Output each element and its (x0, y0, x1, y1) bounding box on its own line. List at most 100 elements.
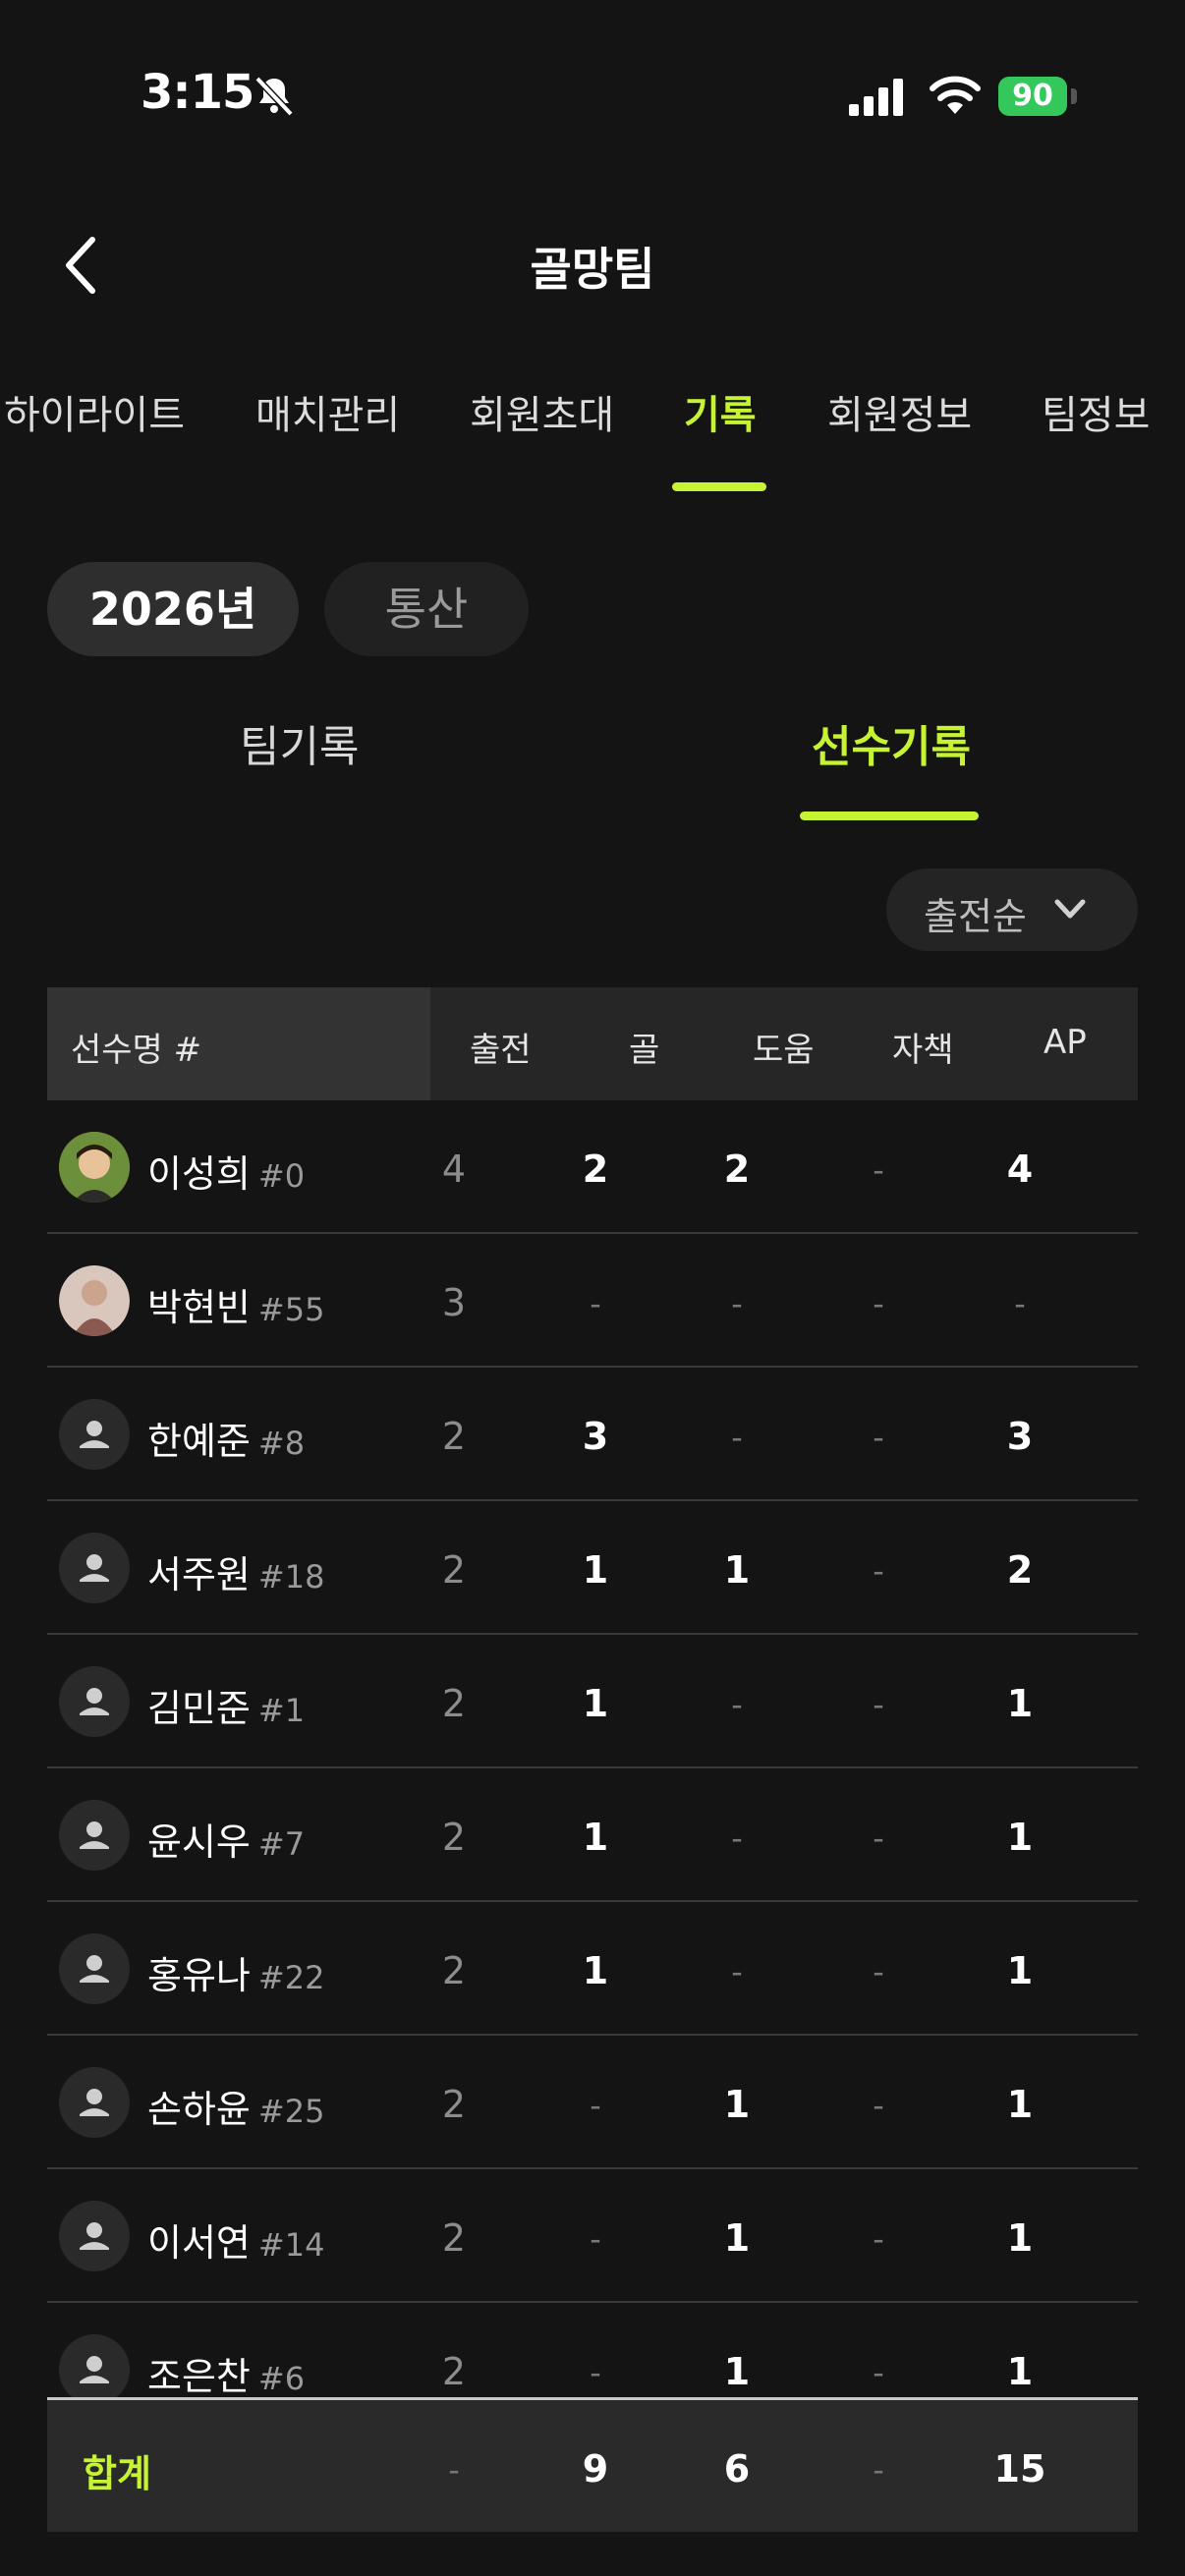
wifi-icon (930, 76, 981, 114)
cell-apps: 2 (441, 1682, 467, 1725)
cell-own-goals: - (873, 1419, 884, 1456)
player-number: #7 (257, 1825, 306, 1863)
cell-goals: 1 (582, 1548, 609, 1592)
cell-own-goals: - (873, 1953, 884, 1990)
player-number: #0 (257, 1157, 306, 1195)
player-number: #1 (257, 1692, 306, 1729)
cell-own-goals: - (873, 2354, 884, 2391)
player-name-text: 이서연 (147, 2221, 251, 2265)
tab-highlights[interactable]: 하이라이트 (4, 383, 185, 440)
header-apps[interactable]: 출전 (470, 1023, 532, 1071)
cell-ap: 1 (1006, 1949, 1034, 1992)
cell-own-goals: - (873, 1686, 884, 1723)
cellular-signal-icon (849, 79, 903, 116)
cell-own-goals: - (873, 2220, 884, 2258)
table-row[interactable]: 홍유나 #22 2 1 - - 1 (47, 1902, 1138, 2036)
cell-ap: 1 (1006, 2083, 1034, 2126)
cell-own-goals: - (873, 1151, 884, 1189)
header-player-name[interactable]: 선수명 # (71, 1023, 201, 1071)
page-title: 골망팀 (530, 243, 655, 296)
cell-goals: - (590, 2220, 601, 2258)
cell-own-goals: - (873, 1820, 884, 1857)
cell-goals: - (590, 2087, 601, 2124)
tab-team-info[interactable]: 팀정보 (1042, 383, 1150, 440)
sort-dropdown[interactable]: 출전순 (886, 868, 1138, 951)
cell-apps: 4 (441, 1148, 467, 1191)
table-row[interactable]: 이서연 #14 2 - 1 - 1 (47, 2169, 1138, 2303)
cell-assists: - (731, 1820, 743, 1857)
player-name: 이성희 #0 (147, 1144, 305, 1198)
tab-active-indicator (672, 482, 766, 491)
table-row[interactable]: 서주원 #18 2 1 1 - 2 (47, 1501, 1138, 1635)
total-assists: 6 (723, 2447, 751, 2491)
bell-slash-icon (254, 76, 294, 117)
default-avatar-icon (59, 1933, 130, 2004)
cell-ap: - (1014, 1285, 1026, 1322)
player-number: #8 (257, 1425, 306, 1462)
career-total-chip[interactable]: 통산 (324, 562, 529, 656)
subtab-team-records[interactable]: 팀기록 (240, 711, 359, 774)
cell-goals: 1 (582, 1682, 609, 1725)
subtab-active-indicator (800, 812, 979, 820)
tab-member-info[interactable]: 회원정보 (827, 383, 972, 440)
table-row[interactable]: 윤시우 #7 2 1 - - 1 (47, 1768, 1138, 1902)
table-row[interactable]: 박현빈 #55 3 - - - - (47, 1234, 1138, 1368)
chevron-down-icon (1054, 899, 1086, 919)
player-name: 한예준 #8 (147, 1411, 305, 1465)
subtab-player-records[interactable]: 선수기록 (812, 711, 971, 774)
cell-ap: 1 (1006, 1682, 1034, 1725)
cell-ap: 1 (1006, 2216, 1034, 2260)
cell-apps: 2 (441, 1949, 467, 1992)
cell-ap: 3 (1006, 1415, 1034, 1458)
header-assists[interactable]: 도움 (753, 1023, 815, 1071)
player-name-text: 손하윤 (147, 2088, 251, 2131)
player-name: 김민준 #1 (147, 1678, 305, 1732)
player-name: 홍유나 #22 (147, 1945, 324, 1999)
player-name-text: 박현빈 (147, 1286, 251, 1329)
cell-assists: 1 (723, 2083, 751, 2126)
table-body: 이성희 #0 4 2 2 - 4 박현빈 #55 3 - - - - 한예준 #8 2 3 - - 3 서주원 #18 2 1 1… (47, 1100, 1138, 2436)
table-row[interactable]: 이성희 #0 4 2 2 - 4 (47, 1100, 1138, 1234)
player-name-text: 서주원 (147, 1553, 251, 1596)
player-name: 손하윤 #25 (147, 2079, 324, 2133)
tab-member-invite[interactable]: 회원초대 (470, 383, 614, 440)
cell-assists: 1 (723, 2350, 751, 2393)
player-number: #6 (257, 2360, 306, 2397)
tab-records[interactable]: 기록 (684, 383, 757, 440)
player-name-text: 김민준 (147, 1687, 251, 1730)
cell-apps: 2 (441, 1415, 467, 1458)
player-photo-avatar (59, 1132, 130, 1203)
cell-assists: 2 (723, 1148, 751, 1191)
total-goals: 9 (582, 2447, 609, 2491)
player-name-text: 한예준 (147, 1420, 251, 1463)
table-row[interactable]: 손하윤 #25 2 - 1 - 1 (47, 2036, 1138, 2169)
default-avatar-icon (59, 1800, 130, 1871)
cell-goals: 1 (582, 1949, 609, 1992)
year-chip[interactable]: 2026년 (47, 562, 299, 656)
tab-match-management[interactable]: 매치관리 (255, 383, 400, 440)
sort-label: 출전순 (924, 895, 1027, 938)
default-avatar-icon (59, 1533, 130, 1603)
total-ap: 15 (993, 2447, 1046, 2491)
cell-own-goals: - (873, 2087, 884, 2124)
table-header: 선수명 # 출전 골 도움 자책 AP (47, 987, 1138, 1100)
cell-assists: - (731, 1285, 743, 1322)
header-own-goals[interactable]: 자책 (892, 1023, 954, 1071)
player-name-text: 이성희 (147, 1152, 251, 1196)
header-goals[interactable]: 골 (629, 1023, 659, 1071)
cell-ap: 4 (1006, 1148, 1034, 1191)
table-row[interactable]: 김민준 #1 2 1 - - 1 (47, 1635, 1138, 1768)
player-name: 박현빈 #55 (147, 1277, 324, 1331)
cell-apps: 2 (441, 1816, 467, 1859)
cell-goals: - (590, 1285, 601, 1322)
player-number: #14 (257, 2226, 325, 2264)
cell-assists: 1 (723, 1548, 751, 1592)
default-avatar-icon (59, 2334, 130, 2405)
cell-ap: 2 (1006, 1548, 1034, 1592)
header-ap[interactable]: AP (1044, 1023, 1087, 1062)
table-row[interactable]: 한예준 #8 2 3 - - 3 (47, 1368, 1138, 1501)
cell-apps: 3 (441, 1281, 467, 1324)
player-name-text: 윤시우 (147, 1820, 251, 1864)
player-name-text: 조은찬 (147, 2355, 251, 2398)
default-avatar-icon (59, 1666, 130, 1737)
